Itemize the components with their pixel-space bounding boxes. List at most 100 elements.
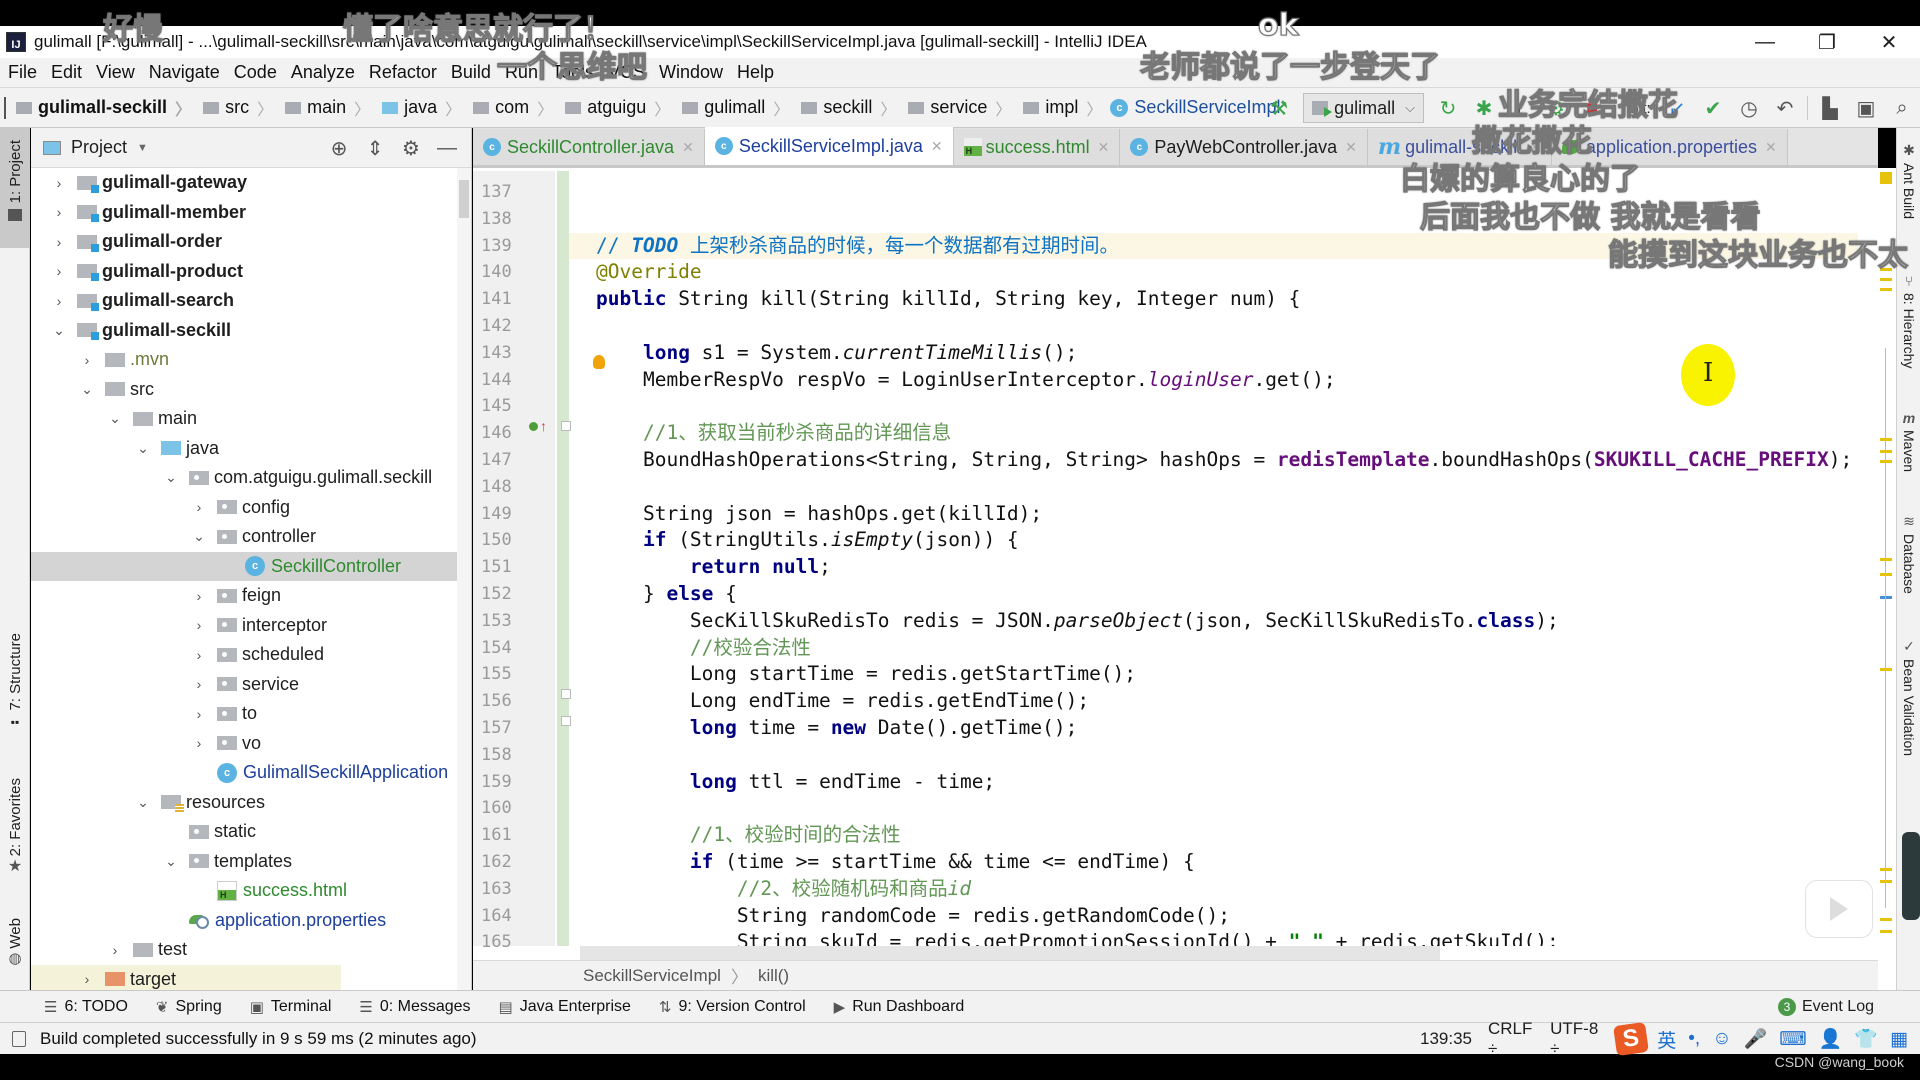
code-line[interactable] [569,795,1858,822]
chevron-down-icon[interactable]: ⌄ [189,528,209,545]
close-button[interactable]: ✕ [1858,26,1920,58]
editor-tab[interactable]: Hsuccess.html ✕ [953,129,1121,165]
nav-crumb-service[interactable]: service 〉 [904,96,1019,120]
menu-vcs[interactable]: VCS [608,62,645,83]
code-line[interactable] [569,179,1858,206]
tree-item[interactable]: ⌄ gulimall-seckill [31,316,457,346]
editor-tab[interactable]: application.properties ✕ [1551,129,1788,165]
menu-view[interactable]: View [96,62,135,83]
horizontal-scrollbar[interactable] [580,946,1440,960]
warning-mark[interactable] [1880,868,1892,871]
breadcrumb-method[interactable]: kill() [758,966,789,986]
menu-navigate[interactable]: Navigate [149,62,220,83]
ime-skin-icon[interactable]: 👕 [1854,1027,1878,1051]
video-volume-widget[interactable] [1902,832,1920,920]
nav-crumb-atguigu[interactable]: atguigu 〉 [561,96,678,120]
run-with-coverage-icon[interactable]: ◐ [1502,93,1538,123]
tree-item[interactable]: › test [31,935,457,965]
tree-item[interactable]: › gulimall-member [31,198,457,228]
code-line[interactable] [569,313,1858,340]
vcs-commit-check-icon[interactable]: ✔ [1695,93,1731,123]
nav-crumb-seckill[interactable]: seckill 〉 [797,96,904,120]
warning-mark[interactable] [1880,268,1892,271]
chevron-right-icon[interactable]: › [189,588,209,604]
close-tab-icon[interactable]: ✕ [1529,139,1541,156]
tree-item[interactable]: › config [31,493,457,523]
tool-spring[interactable]: ❦ Spring [156,998,222,1016]
nav-crumb-com[interactable]: com 〉 [469,96,561,120]
tool-todo[interactable]: ☰ 6: TODO [44,998,128,1016]
tree-item[interactable]: ⌄ templates [31,847,457,877]
chevron-down-icon[interactable]: ⌄ [105,410,125,427]
tool-tab-structure[interactable]: 7: Structure ▪▪ [0,633,30,753]
editor-tab[interactable]: m gulimall-seckill ✕ [1367,129,1552,165]
tool-tab-maven[interactable]: m Maven [1897,410,1920,472]
editor-tab[interactable]: c PayWebController.java ✕ [1120,129,1368,165]
nav-crumb-src[interactable]: src 〉 [199,96,281,120]
restore-button[interactable]: ❐ [1796,26,1858,58]
warning-mark[interactable] [1880,918,1892,921]
menu-build[interactable]: Build [451,62,491,83]
code-line[interactable] [569,474,1858,501]
ime-punctuation-icon[interactable]: •, [1688,1028,1700,1050]
tool-tab-hierarchy[interactable]: ⑂ 8: Hierarchy [1897,273,1920,368]
chevron-right-icon[interactable]: › [105,942,125,958]
menu-edit[interactable]: Edit [51,62,82,83]
rerun-icon[interactable]: ↻ [1430,93,1466,123]
warning-mark[interactable] [1880,573,1892,576]
tool-tab-project[interactable]: 1: Project [0,128,30,248]
tool-tab-web[interactable]: Web ◍ [0,918,30,998]
ime-voice-icon[interactable]: 🎤 [1744,1027,1768,1051]
menu-file[interactable]: File [8,62,37,83]
ime-toolbox-icon[interactable]: ▦ [1890,1028,1908,1051]
video-play-button[interactable] [1805,880,1873,938]
tree-item[interactable]: › feign [31,581,457,611]
tree-item[interactable]: c GulimallSeckillApplication [31,758,457,788]
chevron-right-icon[interactable]: › [189,735,209,751]
code-line[interactable]: String skuId = redis.getPromotionSession… [569,929,1858,946]
chevron-right-icon[interactable]: › [189,647,209,663]
chevron-down-icon[interactable]: ⌄ [161,469,181,486]
vcs-update-icon[interactable]: ↙ [1659,93,1695,123]
search-everywhere-icon[interactable]: ⌕ [1884,93,1920,123]
caret-down-icon[interactable]: ▼ [137,142,148,154]
chevron-right-icon[interactable]: › [77,352,97,368]
project-structure-icon[interactable]: ▙ [1812,93,1848,123]
tree-item[interactable]: › gulimall-gateway [31,168,457,198]
code-line[interactable]: } else { [569,581,1858,608]
menu-window[interactable]: Window [659,62,723,83]
chevron-right-icon[interactable]: › [189,676,209,692]
tree-item[interactable]: › interceptor [31,611,457,641]
tool-tab-bean-validation[interactable]: ✓ Bean Validation [1897,638,1920,756]
tree-item[interactable]: c SeckillController [31,551,457,581]
warning-mark[interactable] [1880,880,1892,883]
nav-crumb-impl[interactable]: impl 〉 [1019,96,1110,120]
close-tab-icon[interactable]: ✕ [1765,139,1777,156]
fold-toggle-icon[interactable] [561,421,571,431]
rollback-undo-icon[interactable]: ↶ [1767,93,1803,123]
hide-panel-icon[interactable]: — [429,137,465,160]
warning-mark[interactable] [1880,930,1892,933]
tree-item[interactable]: ⌄ java [31,434,457,464]
tool-terminal[interactable]: ▣ Terminal [250,998,332,1016]
code-line[interactable]: long s1 = System.currentTimeMillis(); [569,340,1858,367]
tool-windows-toggle-icon[interactable] [12,1030,26,1047]
code-line[interactable]: //1、校验时间的合法性 [569,822,1858,849]
tree-item[interactable]: Hsuccess.html [31,876,457,906]
event-log-button[interactable]: 3 Event Log [1777,997,1874,1016]
stop-icon[interactable]: ■ [1574,93,1610,123]
code-line[interactable]: return null; [569,554,1858,581]
tree-item[interactable]: ⌄ resources [31,788,457,818]
close-tab-icon[interactable]: ✕ [931,138,943,155]
tool-version-control[interactable]: ⇅ 9: Version Control [659,998,806,1016]
nav-crumb-java[interactable]: java 〉 [378,96,469,120]
code-line[interactable]: public String kill(String killId, String… [569,286,1858,313]
tool-tab-database[interactable]: ≋ Database [1897,513,1920,594]
tree-item[interactable]: › target [31,964,457,990]
gear-icon[interactable]: ⚙ [393,136,429,161]
code-line[interactable]: MemberRespVo respVo = LoginUserIntercept… [569,367,1858,394]
tree-item[interactable]: › gulimall-search [31,286,457,316]
tree-item[interactable]: static [31,817,457,847]
caret-position-mark[interactable] [1880,596,1892,599]
fold-toggle-icon[interactable] [561,716,571,726]
